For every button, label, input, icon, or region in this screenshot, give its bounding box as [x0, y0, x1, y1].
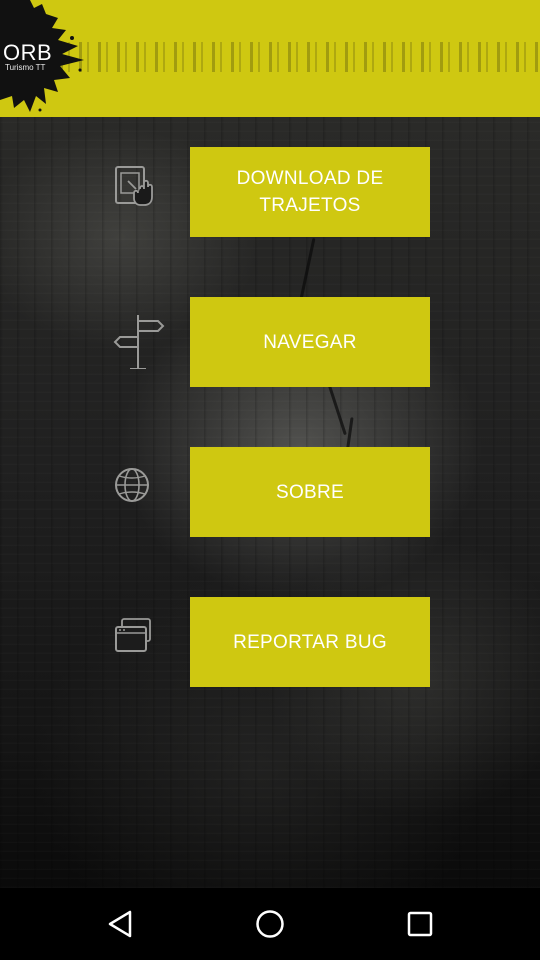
menu-row-reportar: REPORTAR BUG: [0, 597, 540, 687]
sobre-button[interactable]: SOBRE: [190, 447, 430, 537]
app-header: ORB Turismo TT: [0, 0, 540, 117]
menu-row-sobre: SOBRE: [0, 447, 540, 537]
globe-icon: [115, 468, 149, 502]
home-circle-icon[interactable]: [250, 904, 290, 944]
download-trajetos-button[interactable]: DOWNLOAD DE TRAJETOS: [190, 147, 430, 237]
signpost-icon: [113, 315, 165, 369]
system-navigation-bar: [0, 888, 540, 960]
header-tire-track: [60, 42, 540, 72]
recents-square-icon[interactable]: [400, 904, 440, 944]
windows-stack-icon: [115, 618, 151, 652]
menu-row-navegar: NAVEGAR: [0, 297, 540, 387]
menu-row-download: DOWNLOAD DE TRAJETOS: [0, 147, 540, 237]
logo-title: ORB: [3, 40, 53, 65]
logo-subtitle: Turismo TT: [5, 63, 46, 72]
navegar-button[interactable]: NAVEGAR: [190, 297, 430, 387]
tablet-touch-icon: [115, 166, 153, 206]
back-triangle-icon[interactable]: [100, 904, 140, 944]
reportar-bug-button[interactable]: REPORTAR BUG: [190, 597, 430, 687]
